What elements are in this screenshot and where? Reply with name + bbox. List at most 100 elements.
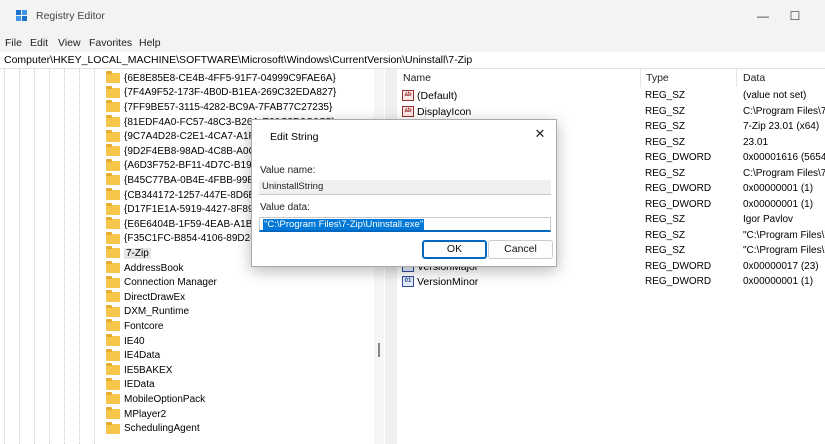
tree-item[interactable]: MobileOptionPack: [106, 392, 205, 407]
tree-scrollbar-thumb[interactable]: [378, 343, 380, 357]
value-data: "C:\Program Files\7-: [743, 245, 825, 256]
ok-button[interactable]: OK: [422, 240, 487, 259]
menu-bar: File Edit View Favorites Help: [0, 33, 825, 52]
column-separator[interactable]: [736, 69, 737, 87]
binary-value-icon: 01: [402, 276, 414, 287]
value-name-text: UninstallString: [262, 181, 324, 192]
value-type: REG_SZ: [645, 214, 686, 225]
tree-item-label: {7F4A9F52-173F-4B0D-B1EA-269C32EDA827}: [124, 87, 337, 99]
value-data: 7-Zip 23.01 (x64): [743, 121, 820, 132]
tree-item[interactable]: IE40: [106, 334, 145, 349]
menu-edit[interactable]: Edit: [30, 37, 48, 49]
value-type: REG_SZ: [645, 121, 686, 132]
folder-icon: [106, 217, 120, 230]
tree-item[interactable]: {F35C1FC-B854-4106-89D2-5: [106, 231, 260, 247]
folder-icon: [106, 363, 120, 376]
dialog-close-button[interactable]: ✕: [532, 126, 548, 142]
value-name: DisplayIcon: [417, 105, 472, 118]
tree-item[interactable]: MPlayer2: [106, 407, 166, 422]
tree-item[interactable]: Fontcore: [106, 319, 163, 334]
value-data-selected-text[interactable]: "C:\Program Files\7-Zip\Uninstall.exe": [263, 219, 425, 230]
tree-item[interactable]: {6E8E85E8-CE4B-4FF5-91F7-04999C9FAE6A}: [106, 71, 336, 86]
tree-item-label: IE40: [124, 335, 145, 347]
tree-item-label: {9D2F4EB8-98AD-4C8B-A0C5-: [124, 145, 265, 157]
value-data: 0x00000001 (1): [743, 198, 814, 210]
folder-icon: [106, 158, 120, 171]
column-separator[interactable]: [640, 69, 641, 87]
value-data-input[interactable]: "C:\Program Files\7-Zip\Uninstall.exe": [259, 217, 551, 232]
tree-item[interactable]: Connection Manager: [106, 275, 217, 290]
tree-item-label: DirectDrawEx: [124, 291, 186, 303]
tree-item-label: 7-Zip: [124, 247, 151, 259]
tree-item-label: SchedulingAgent: [124, 423, 200, 435]
tree-item[interactable]: {A6D3F752-BF11-4D7C-B19C-: [106, 158, 262, 174]
string-value-icon: ab: [402, 105, 414, 117]
tree-item[interactable]: 7-Zip: [106, 246, 151, 261]
menu-help[interactable]: Help: [139, 37, 161, 49]
folder-icon: [106, 377, 120, 390]
value-data: (value not set): [743, 90, 807, 101]
tree-item[interactable]: {CB344172-1257-447E-8D6B-: [106, 188, 259, 203]
value-row[interactable]: ab (Default) REG_SZ (value not set): [397, 88, 825, 104]
value-type: REG_DWORD: [645, 260, 712, 272]
folder-icon: [106, 115, 120, 128]
tree-item[interactable]: IE5BAKEX: [106, 363, 172, 378]
value-data-label: Value data:: [260, 202, 310, 213]
maximize-button[interactable]: ☐: [780, 6, 810, 26]
column-header-type[interactable]: Type: [646, 72, 669, 84]
folder-icon: [106, 392, 120, 405]
minimize-button[interactable]: —: [748, 6, 778, 26]
value-data: 23.01: [743, 136, 769, 148]
tree-item[interactable]: {E6E6404B-1F59-4EAB-A1B9-E: [106, 217, 268, 232]
folder-icon: [106, 231, 120, 244]
tree-item-label: {F35C1FC-B854-4106-89D2-5: [124, 233, 260, 245]
folder-icon: [106, 319, 120, 332]
registry-editor-app-icon: [16, 10, 28, 22]
value-type: REG_SZ: [645, 136, 686, 148]
tree-item-label: {CB344172-1257-447E-8D6B-: [124, 189, 259, 201]
tree-item-label: IE5BAKEX: [124, 364, 173, 376]
address-bar[interactable]: Computer\HKEY_LOCAL_MACHINE\SOFTWARE\Mic…: [0, 52, 825, 69]
tree-item-label: DXM_Runtime: [124, 306, 190, 318]
cancel-button[interactable]: Cancel: [488, 240, 553, 259]
folder-icon: [106, 407, 120, 420]
tree-item-label: Connection Manager: [124, 277, 217, 289]
menu-view[interactable]: View: [58, 37, 81, 49]
value-name: VersionMinor: [417, 276, 479, 288]
tree-item[interactable]: {B45C77BA-0B4E-4FBB-99B9-: [106, 173, 263, 188]
column-header-data[interactable]: Data: [743, 72, 765, 84]
tree-item[interactable]: IE4Data: [106, 348, 160, 363]
tree-item[interactable]: {7FF9BE57-3115-4282-BC9A-7FAB77C27235}: [106, 100, 332, 115]
folder-icon: [106, 246, 120, 259]
tree-item[interactable]: {7F4A9F52-173F-4B0D-B1EA-269C32EDA827}: [106, 85, 337, 101]
column-header-name[interactable]: Name: [403, 72, 431, 84]
value-type: REG_SZ: [645, 229, 686, 241]
tree-item-label: AddressBook: [124, 262, 184, 274]
value-data: 0x00001616 (5654): [743, 152, 825, 163]
tree-item-label: MPlayer2: [124, 408, 167, 420]
value-row[interactable]: 01 VersionMinor REG_DWORD 0x00000001 (1): [397, 274, 825, 290]
address-path[interactable]: Computer\HKEY_LOCAL_MACHINE\SOFTWARE\Mic…: [4, 54, 472, 66]
tree-item[interactable]: SchedulingAgent: [106, 421, 200, 436]
folder-icon: [106, 188, 120, 201]
tree-item[interactable]: DXM_Runtime: [106, 304, 190, 320]
folder-icon: [106, 129, 120, 142]
edit-string-dialog: Edit String ✕ Value name: UninstallStrin…: [251, 119, 557, 267]
value-data: 0x00000017 (23): [743, 260, 819, 272]
tree-item[interactable]: {9C7A4D28-C2E1-4CA7-A1F3-: [106, 129, 264, 144]
folder-icon: [106, 261, 120, 274]
value-type: REG_SZ: [645, 245, 686, 256]
folder-icon: [106, 348, 120, 361]
value-row[interactable]: ab DisplayIcon REG_SZ C:\Program Files\7-: [397, 104, 825, 120]
tree-item[interactable]: AddressBook: [106, 261, 183, 276]
tree-item[interactable]: {D17F1E1A-5919-4427-8F89-A: [106, 202, 264, 217]
tree-item[interactable]: DirectDrawEx: [106, 290, 185, 305]
menu-favorites[interactable]: Favorites: [89, 37, 132, 49]
menu-file[interactable]: File: [5, 37, 22, 49]
tree-item-label: Fontcore: [124, 320, 164, 332]
tree-item-label: {B45C77BA-0B4E-4FBB-99B9-: [124, 174, 263, 186]
tree-item[interactable]: {9D2F4EB8-98AD-4C8B-A0C5-: [106, 144, 265, 159]
folder-icon: [106, 334, 120, 347]
tree-item[interactable]: IEData: [106, 377, 155, 393]
folder-icon: [106, 144, 120, 157]
